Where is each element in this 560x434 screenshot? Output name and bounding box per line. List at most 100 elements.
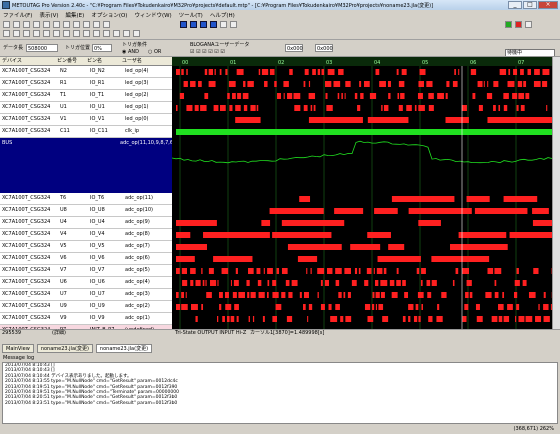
arrow-right-icon[interactable]: [210, 21, 217, 28]
waveform-pulse: [250, 292, 256, 298]
waveform-pulse: [224, 292, 229, 298]
col-pin-name[interactable]: ピン名: [85, 57, 120, 65]
waveform-pulse: [317, 268, 325, 274]
waveform-pulse: [272, 232, 332, 238]
signal-row[interactable]: XC7A100T_CSG324 V4 IO_V4 adc_op(8): [0, 229, 172, 241]
tool-icon[interactable]: [23, 30, 30, 37]
signal-row[interactable]: XC7A100T_CSG324 V5 IO_V5 adc_op(7): [0, 241, 172, 253]
data-length-input[interactable]: 508000: [26, 44, 58, 52]
signal-row[interactable]: XC7A100T_CSG324 U1 IO_U1 led_op(1): [0, 102, 172, 114]
menu-window[interactable]: ウィンドウ(W): [134, 11, 171, 19]
ruler-tick-label: 02: [278, 60, 284, 66]
menu-file[interactable]: ファイル(F): [3, 11, 32, 19]
find-icon[interactable]: [83, 21, 90, 28]
col-device[interactable]: デバイス: [0, 57, 55, 65]
paste-icon[interactable]: [53, 21, 60, 28]
signal-row[interactable]: XC7A100T_CSG324 T1 IO_T1 led_op(2): [0, 90, 172, 102]
open-icon[interactable]: [13, 21, 20, 28]
signal-row[interactable]: XC7A100T_CSG324 U7 IO_U7 adc_op(3): [0, 289, 172, 301]
signal-row[interactable]: XC7A100T_CSG324 R1 IO_R1 led_op(3): [0, 78, 172, 90]
and-radio[interactable]: ◉ AND: [122, 48, 139, 56]
waveform-pulse: [415, 304, 419, 310]
signal-row[interactable]: XC7A100T_CSG324 V1 IO_V1 led_op(0): [0, 114, 172, 126]
or-radio[interactable]: ○ OR: [148, 48, 161, 56]
tool-icon[interactable]: [83, 30, 90, 37]
user-data-field-2[interactable]: 0x000: [315, 44, 333, 52]
menu-edit[interactable]: 編集(E): [66, 11, 85, 19]
tool-icon[interactable]: [53, 30, 60, 37]
tool-icon[interactable]: [33, 30, 40, 37]
new-icon[interactable]: [3, 21, 10, 28]
tab-noname23-a[interactable]: noname23.jla(変更): [36, 344, 93, 353]
waveform-pulse: [542, 69, 550, 75]
minimize-button[interactable]: _: [508, 1, 522, 9]
waveform-pulse: [275, 304, 282, 310]
signal-pin: U7: [60, 291, 67, 297]
tab-mainview[interactable]: MainView: [2, 344, 34, 353]
arrow-down-icon[interactable]: [190, 21, 197, 28]
signal-row[interactable]: XC7A100T_CSG324 U6 IO_U6 adc_op(4): [0, 277, 172, 289]
signal-row[interactable]: XC7A100T_CSG324 V9 IO_V9 adc_op(1): [0, 313, 172, 325]
close-button[interactable]: ×: [538, 1, 558, 9]
signal-row[interactable]: XC7A100T_CSG324 T6 IO_T6 adc_op(11): [0, 193, 172, 205]
grid-icon[interactable]: [220, 21, 227, 28]
col-user-name[interactable]: ユーザ名: [120, 57, 170, 65]
signal-row[interactable]: XC7A100T_CSG324 C11 IO_C11 clk_ip: [0, 126, 172, 138]
waveform-canvas[interactable]: 00 01 02 03 04 05 06 07: [172, 57, 560, 329]
signal-row[interactable]: XC7A100T_CSG324 U4 IO_U4 adc_op(9): [0, 217, 172, 229]
zoom-in-icon[interactable]: [93, 21, 100, 28]
waveform-pulse: [476, 316, 483, 322]
signal-row[interactable]: XC7A100T_CSG324 V7 IO_V7 adc_op(5): [0, 265, 172, 277]
bus-row[interactable]: BUS adc_op(11,10,9,8,7,6: [0, 138, 172, 193]
waveform-view[interactable]: 00 01 02 03 04 05 06 07: [172, 57, 560, 329]
menu-options[interactable]: オプション(O): [91, 11, 127, 19]
tool-icon[interactable]: [3, 30, 10, 37]
waveform-pulse: [293, 93, 301, 99]
waveform-pulse: [428, 93, 434, 99]
signal-row[interactable]: XC7A100T_CSG324 N2 IO_N2 led_op(4): [0, 66, 172, 78]
trigger-pos-select[interactable]: 0%: [92, 44, 112, 52]
col-pin-no[interactable]: ピン番号: [55, 57, 85, 65]
single-icon[interactable]: [525, 21, 532, 28]
zoom-out-icon[interactable]: [103, 21, 110, 28]
maximize-button[interactable]: □: [523, 1, 537, 9]
waveform-pulse: [243, 81, 246, 87]
undo-icon[interactable]: [63, 21, 70, 28]
tool-icon[interactable]: [113, 30, 120, 37]
tool-icon[interactable]: [133, 30, 140, 37]
blogana-checkboxes[interactable]: ☑ ☑ ☑ ☑ ☑ ☑: [190, 48, 225, 56]
waveform-pulse: [380, 280, 388, 286]
tab-noname23-b[interactable]: noname23.jla(変更): [95, 344, 153, 353]
arrow-up-icon[interactable]: [180, 21, 187, 28]
tool-icon[interactable]: [93, 30, 100, 37]
tool-icon[interactable]: [43, 30, 50, 37]
signal-row[interactable]: XC7A100T_CSG324 U8 IO_U8 adc_op(10): [0, 205, 172, 217]
tool-icon[interactable]: [63, 30, 70, 37]
save-icon[interactable]: [23, 21, 30, 28]
copy-icon[interactable]: [43, 21, 50, 28]
cut-icon[interactable]: [33, 21, 40, 28]
marker-icon[interactable]: [230, 21, 237, 28]
status-coords: (368,671) 262%: [513, 426, 554, 432]
tool-icon[interactable]: [13, 30, 20, 37]
waveform-pulse: [335, 268, 342, 274]
waveform-pulse: [325, 81, 332, 87]
signal-row[interactable]: XC7A100T_CSG324 U9 IO_U9 adc_op(2): [0, 301, 172, 313]
waveform-pulse: [287, 244, 342, 250]
signal-row[interactable]: XC7A100T_CSG324 V6 IO_V6 adc_op(6): [0, 253, 172, 265]
arrow-left-icon[interactable]: [200, 21, 207, 28]
tool-icon[interactable]: [103, 30, 110, 37]
menu-tools[interactable]: ツール(T): [179, 11, 203, 19]
waveform-pulse: [428, 316, 433, 322]
stop-icon[interactable]: [515, 21, 522, 28]
vertical-scrollbar[interactable]: [552, 57, 560, 329]
user-data-field-1[interactable]: 0x000: [285, 44, 303, 52]
redo-icon[interactable]: [73, 21, 80, 28]
menu-help[interactable]: ヘルプ(H): [210, 11, 235, 19]
tool-icon[interactable]: [73, 30, 80, 37]
bus-analog-trace: [172, 140, 553, 164]
menu-view[interactable]: 表示(V): [39, 11, 58, 19]
waveform-pulse: [428, 105, 434, 111]
tool-icon[interactable]: [123, 30, 130, 37]
run-icon[interactable]: [505, 21, 512, 28]
